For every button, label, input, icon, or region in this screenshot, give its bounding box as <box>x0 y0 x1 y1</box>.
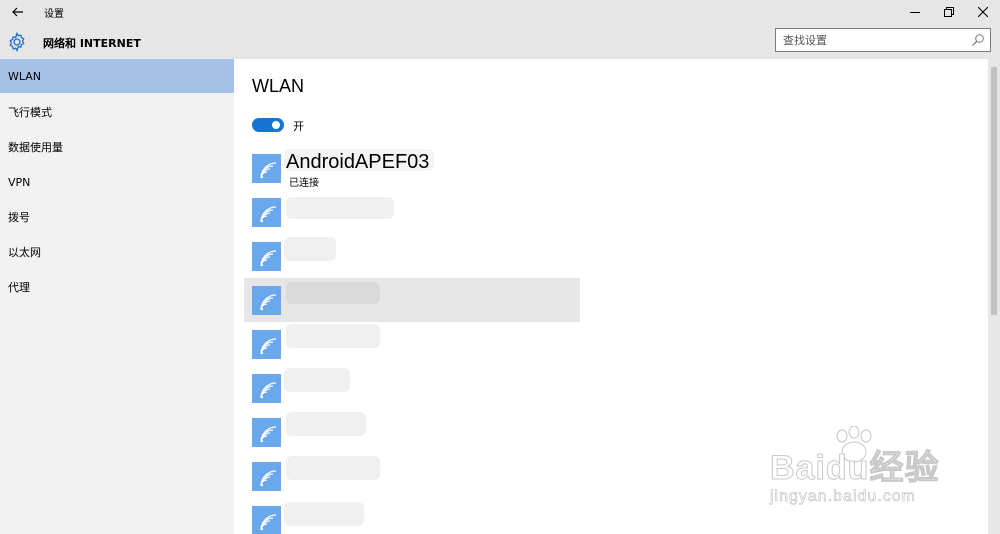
wlan-toggle-label: 开 <box>293 120 304 133</box>
settings-header: 网络和 INTERNET <box>0 24 1000 59</box>
sidebar-item-proxy[interactable]: 代理 <box>0 270 234 304</box>
wifi-signal-icon <box>252 198 281 227</box>
network-item-connected[interactable]: AndroidAPEF03 已连接 <box>244 147 580 191</box>
baidu-watermark: Baidu经验 jingyan.baidu.com <box>769 426 990 516</box>
obscured-network-name <box>284 237 336 261</box>
network-name: AndroidAPEF03 <box>286 151 430 173</box>
search-input[interactable] <box>776 29 966 52</box>
sidebar-item-vpn[interactable]: VPN <box>0 165 234 199</box>
wifi-signal-icon <box>252 330 281 359</box>
minimize-icon <box>910 12 920 13</box>
network-item[interactable] <box>244 366 580 410</box>
network-status: 已连接 <box>289 178 319 189</box>
back-arrow-icon <box>12 7 23 17</box>
network-item[interactable] <box>244 410 580 454</box>
network-item[interactable] <box>244 454 580 498</box>
wifi-signal-icon <box>252 154 281 183</box>
minimize-button[interactable] <box>898 0 932 24</box>
obscured-network-name <box>284 368 350 392</box>
scrollbar-thumb[interactable] <box>991 67 997 315</box>
obscured-network-name <box>284 502 364 526</box>
close-button[interactable] <box>966 0 1000 24</box>
sidebar-item-data-usage[interactable]: 数据使用量 <box>0 130 234 164</box>
search-box[interactable] <box>775 28 991 52</box>
network-item-hovered[interactable] <box>244 278 580 322</box>
restore-icon <box>944 7 954 17</box>
wifi-signal-icon <box>252 374 281 403</box>
network-item[interactable] <box>244 322 580 366</box>
wifi-signal-icon <box>252 462 281 491</box>
sidebar-item-dial-up[interactable]: 拨号 <box>0 200 234 234</box>
sidebar-item-wlan[interactable]: WLAN <box>0 59 234 93</box>
obscured-network-name <box>286 456 380 480</box>
search-icon[interactable] <box>971 33 985 47</box>
sidebar-item-airplane-mode[interactable]: 飞行模式 <box>0 95 234 129</box>
network-item[interactable] <box>244 191 580 235</box>
sidebar: WLAN 飞行模式 数据使用量 VPN 拨号 以太网 代理 <box>0 59 234 534</box>
sidebar-item-ethernet[interactable]: 以太网 <box>0 235 234 269</box>
window-title: 设置 <box>44 9 64 20</box>
wifi-signal-icon <box>252 286 281 315</box>
network-item[interactable] <box>244 498 580 534</box>
network-item[interactable] <box>244 235 580 279</box>
section-title: 网络和 INTERNET <box>43 37 141 50</box>
watermark-brand: Baidu经验 <box>769 449 940 488</box>
obscured-network-name <box>286 197 394 219</box>
wifi-signal-icon <box>252 242 281 271</box>
wifi-signal-icon <box>252 506 281 534</box>
obscured-network-name <box>286 412 366 436</box>
obscured-network-name <box>286 324 380 348</box>
watermark-url: jingyan.baidu.com <box>770 488 916 506</box>
restore-button[interactable] <box>932 0 966 24</box>
wlan-toggle[interactable] <box>252 118 284 132</box>
close-icon <box>978 7 988 17</box>
obscured-network-name <box>286 282 380 304</box>
back-button[interactable] <box>4 0 32 24</box>
title-bar: 设置 <box>0 0 1000 24</box>
wifi-signal-icon <box>252 418 281 447</box>
gear-icon <box>9 32 25 52</box>
page-title: WLAN <box>252 76 305 96</box>
